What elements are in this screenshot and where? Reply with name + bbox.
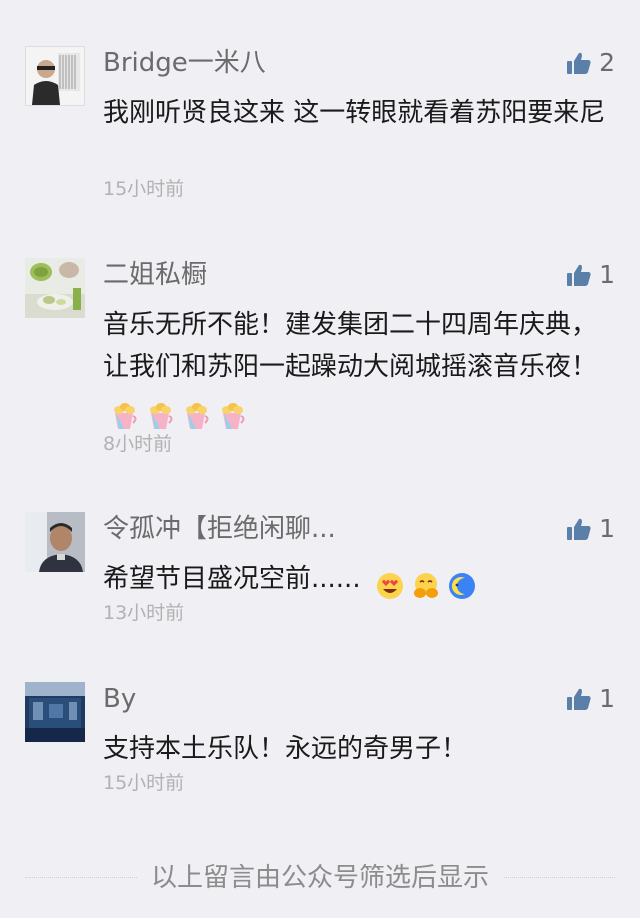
cheers-icon xyxy=(145,401,175,431)
comment-time: 15小时前 xyxy=(103,178,185,200)
avatar[interactable] xyxy=(25,258,85,318)
comment-author[interactable]: By xyxy=(103,682,136,716)
like-count: 1 xyxy=(599,514,615,543)
comment-author[interactable]: 令孤冲【拒绝闲聊... xyxy=(103,512,336,546)
comment-text: 我刚听贤良这来 这一转眼就看着苏阳要来尼 xyxy=(103,92,608,134)
thumbs-up-icon xyxy=(567,264,591,286)
thumbs-up-icon xyxy=(567,688,591,710)
thumbs-up-icon xyxy=(567,518,591,540)
comment-time: 8小时前 xyxy=(103,433,173,455)
like-button[interactable]: 1 xyxy=(567,684,615,714)
comment-item: 令孤冲【拒绝闲聊... 1 希望节目盛况空前...... 13小时前 xyxy=(0,512,640,632)
comment-item: Bridge一米八 2 我刚听贤良这来 这一转眼就看着苏阳要来尼 15小时前 xyxy=(0,46,640,216)
cheers-icon xyxy=(217,401,247,431)
comment-text-content: 我刚听贤良这来 这一转眼就看着苏阳要来尼 xyxy=(103,98,606,128)
comment-text: 音乐无所不能！建发集团二十四周年庆典，让我们和苏阳一起躁动大阅城摇滚音乐夜！ xyxy=(103,304,608,436)
comment-time: 13小时前 xyxy=(103,602,185,624)
footer-text-wrap: 以上留言由公众号筛选后显示 xyxy=(0,860,640,896)
hug-icon xyxy=(411,571,441,601)
comment-time: 15小时前 xyxy=(103,772,185,794)
emoji-row xyxy=(103,394,247,436)
cheers-icon xyxy=(109,401,139,431)
avatar[interactable] xyxy=(25,512,85,572)
comment-text-content: 音乐无所不能！建发集团二十四周年庆典，让我们和苏阳一起躁动大阅城摇滚音乐夜！ xyxy=(103,310,598,382)
comment-text: 支持本土乐队！永远的奇男子！ xyxy=(103,728,608,770)
footer-text: 以上留言由公众号筛选后显示 xyxy=(136,863,503,893)
cheers-icon xyxy=(181,401,211,431)
heart-eyes-icon xyxy=(375,571,405,601)
comment-text: 希望节目盛况空前...... xyxy=(103,558,608,606)
thumbs-up-icon xyxy=(567,52,591,74)
comment-author[interactable]: 二姐私橱 xyxy=(103,258,207,292)
avatar[interactable] xyxy=(25,46,85,106)
footer-notice: 以上留言由公众号筛选后显示 xyxy=(0,858,640,898)
like-button[interactable]: 1 xyxy=(567,514,615,544)
like-count: 1 xyxy=(599,684,615,713)
comment-item: 二姐私橱 1 音乐无所不能！建发集团二十四周年庆典，让我们和苏阳一起躁动大阅城摇… xyxy=(0,258,640,468)
like-button[interactable]: 1 xyxy=(567,260,615,290)
comment-text-content: 希望节目盛况空前...... xyxy=(103,564,361,594)
comment-item: By 1 支持本土乐队！永远的奇男子！ 15小时前 xyxy=(0,682,640,802)
moon-face-icon xyxy=(447,571,477,601)
like-button[interactable]: 2 xyxy=(567,48,615,78)
emoji-row xyxy=(369,564,477,606)
like-count: 2 xyxy=(599,48,615,77)
comment-author[interactable]: Bridge一米八 xyxy=(103,46,266,80)
like-count: 1 xyxy=(599,260,615,289)
avatar[interactable] xyxy=(25,682,85,742)
comment-text-content: 支持本土乐队！永远的奇男子！ xyxy=(103,734,468,764)
